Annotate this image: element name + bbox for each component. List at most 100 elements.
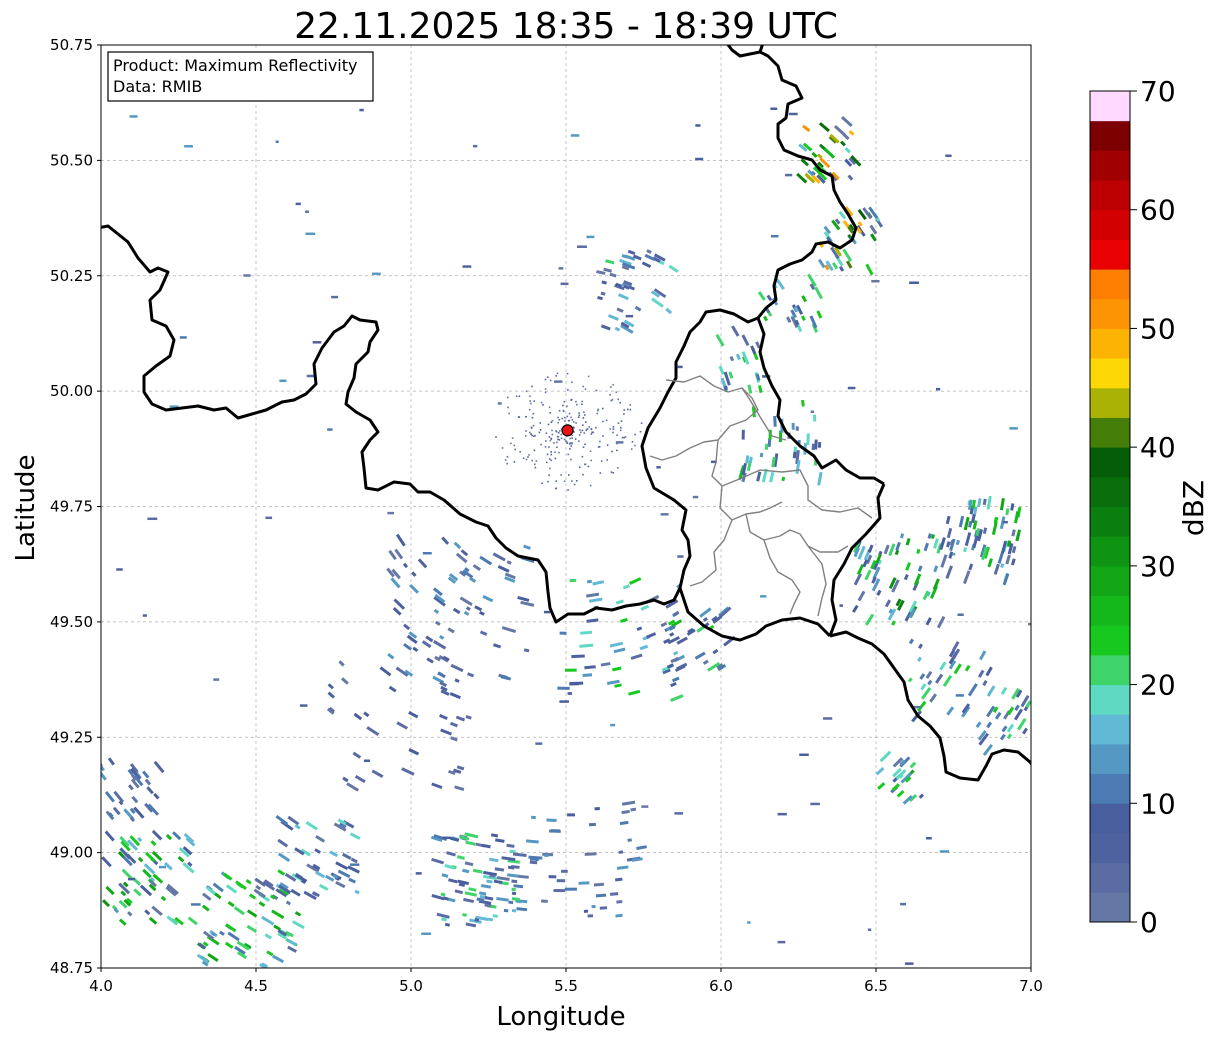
radar-echo-pixel <box>584 852 597 856</box>
clutter-pixel <box>527 456 529 458</box>
radar-echo-pixel <box>295 202 301 206</box>
radar-echo-pixel <box>387 511 394 515</box>
clutter-pixel <box>606 444 609 447</box>
clutter-pixel <box>606 459 609 461</box>
x-tick-label: 6.0 <box>709 977 733 995</box>
radar-echo-pixel <box>764 443 769 450</box>
clutter-pixel <box>549 379 552 382</box>
clutter-pixel <box>598 445 601 448</box>
clutter-pixel <box>558 430 561 432</box>
radar-echo-pixel <box>415 872 422 875</box>
clutter-pixel <box>576 480 578 482</box>
clutter-pixel <box>541 482 543 485</box>
radar-echo-pixel <box>559 700 569 703</box>
clutter-pixel <box>553 442 555 444</box>
clutter-pixel <box>539 429 542 431</box>
radar-echo-pixel <box>508 900 514 905</box>
clutter-pixel <box>540 443 542 446</box>
colorbar-segment <box>1090 506 1130 537</box>
clutter-pixel <box>556 446 558 449</box>
clutter-pixel <box>557 435 560 438</box>
clutter-pixel <box>534 463 536 466</box>
clutter-pixel <box>601 407 604 410</box>
clutter-pixel <box>566 415 569 418</box>
radar-echo-pixel <box>799 753 809 757</box>
radar-echo-pixel <box>957 613 964 616</box>
y-tick-label: 50.75 <box>50 36 93 54</box>
clutter-pixel <box>546 453 549 456</box>
y-tick-label: 50.50 <box>50 151 93 169</box>
radar-echo-pixel <box>1009 427 1018 430</box>
x-tick-label: 4.0 <box>89 977 113 995</box>
clutter-pixel <box>592 431 595 434</box>
radar-echo-pixel <box>909 281 919 284</box>
clutter-pixel <box>550 421 553 424</box>
clutter-pixel <box>640 422 643 424</box>
clutter-pixel <box>610 386 612 388</box>
colorbar-tick-label: 20 <box>1140 669 1176 702</box>
colorbar-ticks: 0 10 20 30 40 50 60 70 <box>1130 75 1176 939</box>
radar-echo-pixel <box>770 107 778 110</box>
clutter-pixel <box>554 487 557 490</box>
radar-echo-pixel <box>565 668 577 672</box>
clutter-pixel <box>639 430 642 433</box>
clutter-pixel <box>545 432 548 435</box>
info-data-source: Data: RMIB <box>113 77 202 96</box>
clutter-pixel <box>534 466 537 469</box>
colorbar-segment <box>1090 832 1130 864</box>
radar-echo-pixel <box>641 805 649 808</box>
clutter-pixel <box>506 455 509 458</box>
x-axis-label: Longitude <box>496 1002 625 1032</box>
clutter-pixel <box>510 442 512 445</box>
radar-echo-pixel <box>305 232 316 236</box>
radar-echo-pixel <box>421 932 431 935</box>
clutter-pixel <box>577 416 580 419</box>
x-tick-label: 5.0 <box>399 977 423 995</box>
clutter-pixel <box>575 400 577 403</box>
colorbar-segment <box>1090 120 1130 151</box>
colorbar: 0 10 20 30 40 50 60 70 dBZ <box>1089 75 1210 939</box>
radar-echo-pixel <box>564 887 577 891</box>
clutter-pixel <box>555 375 557 377</box>
clutter-pixel <box>550 437 553 440</box>
radar-echo-pixel <box>810 410 815 414</box>
y-tick-label: 49.25 <box>50 728 93 746</box>
clutter-pixel <box>569 437 571 440</box>
clutter-pixel <box>568 419 570 422</box>
clutter-pixel <box>616 434 618 436</box>
radar-echo-pixel <box>760 595 767 598</box>
radar-echo-pixel <box>243 274 251 277</box>
radar-echo-pixel <box>777 812 787 816</box>
clutter-pixel <box>532 412 535 415</box>
clutter-pixel <box>579 466 581 468</box>
clutter-pixel <box>587 375 590 378</box>
x-tick-label: 5.5 <box>554 977 578 995</box>
radar-echo-pixel <box>806 433 810 445</box>
colorbar-segment <box>1090 476 1130 507</box>
radar-echo-pixel <box>213 678 220 681</box>
clutter-pixel <box>550 453 553 456</box>
colorbar-segments <box>1090 91 1130 923</box>
radar-echo-pixel <box>312 341 322 344</box>
clutter-pixel <box>568 443 571 445</box>
radar-echo-pixel <box>558 267 564 270</box>
clutter-pixel <box>513 461 516 463</box>
clutter-pixel <box>617 398 620 401</box>
map-plot-area[interactable]: Product: Maximum Reflectivity Data: RMIB <box>98 40 1036 971</box>
colorbar-segment <box>1090 743 1130 775</box>
clutter-pixel <box>551 429 553 432</box>
clutter-pixel <box>562 409 565 412</box>
clutter-pixel <box>595 426 597 429</box>
info-product: Product: Maximum Reflectivity <box>113 56 357 75</box>
y-tick-label: 49.00 <box>50 844 93 862</box>
clutter-pixel <box>584 443 586 446</box>
clutter-pixel <box>525 458 528 461</box>
radar-echo-pixel <box>570 134 580 137</box>
radar-echo-pixel <box>677 555 684 558</box>
y-tick-label: 50.00 <box>50 382 93 400</box>
radar-echo-pixel <box>541 899 548 903</box>
clutter-pixel <box>581 429 584 432</box>
radar-figure: 22.11.2025 18:35 - 18:39 UTC Product: Ma… <box>11 6 1210 1032</box>
colorbar-segment <box>1090 684 1130 715</box>
clutter-pixel <box>595 389 598 392</box>
